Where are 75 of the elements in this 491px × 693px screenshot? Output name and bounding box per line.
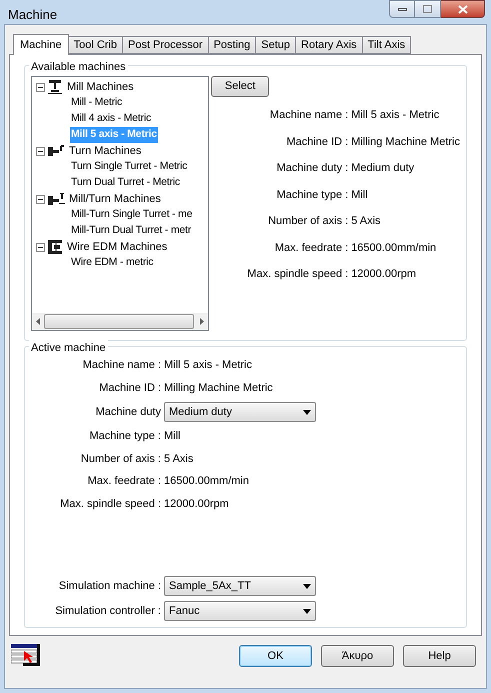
field-label: Machine duty [94,404,161,420]
horizontal-scrollbar[interactable] [32,313,208,330]
collapse-icon[interactable] [36,82,45,92]
scroll-left-icon[interactable] [36,318,40,325]
minimize-button[interactable] [389,0,415,18]
tab[interactable]: Setup [256,36,296,54]
detail-value: Medium duty [350,161,416,176]
table-cursor-icon[interactable] [11,644,41,668]
field-label: Max. feedrate : [86,474,161,489]
detail-label: Machine type : [276,188,348,202]
collapse-icon[interactable] [36,194,45,204]
field-value: 5 Axis [164,452,194,466]
detail-value: 16500.00mm/min [350,240,438,256]
tree-group-label[interactable]: Mill Machines [67,78,134,96]
mill-lathe-icon [47,192,65,206]
dropdown[interactable]: Medium duty [164,402,316,422]
detail-value: 12000.00rpm [350,267,418,282]
caret-icon [303,608,311,614]
detail-label: Machine ID : [285,134,348,150]
dropdown[interactable]: Fanuc [164,601,316,621]
maximize-button[interactable] [415,0,441,18]
tree-item[interactable]: Wire EDM - metric [70,255,154,271]
tree-item[interactable]: Mill - Metric [70,95,124,111]
tree-item[interactable]: Mill-Turn Single Turret - me [70,207,194,223]
dialog-button[interactable]: Άκυρο [321,645,394,667]
caret-icon [303,410,311,414]
tab[interactable]: Posting [208,36,256,54]
detail-label: Machine name : [268,108,348,123]
mill-icon [47,79,63,95]
field-value: Mill [164,429,180,444]
detail-value: Mill [350,188,369,202]
field-label: Machine ID : [98,380,161,396]
tab[interactable]: Rotary Axis [296,36,363,54]
close-icon [458,4,468,14]
close-button[interactable] [441,0,485,18]
detail-label: Number of axis : [267,214,348,229]
tab[interactable]: Tilt Axis [362,36,412,54]
tree-item[interactable]: Mill-Turn Dual Turret - metr [70,223,192,239]
collapse-icon[interactable] [36,146,45,156]
tree-item[interactable]: Turn Single Turret - Metric [70,159,188,175]
detail-label: Max. feedrate : [274,240,348,256]
tab[interactable]: Post Processor [122,36,209,54]
field-label: Machine type : [88,429,161,444]
field-label: Max. spindle speed : [59,496,161,512]
detail-value: Mill 5 axis - Metric [350,108,440,123]
tab[interactable]: Machine [13,34,69,55]
tree-item[interactable]: Mill 4 axis - Metric [70,111,152,127]
field-value: Mill 5 axis - Metric [164,358,252,373]
dropdown[interactable]: Sample_5Ax_TT [164,576,316,596]
tree-item[interactable]: Turn Dual Turret - Metric [70,175,181,191]
select-button[interactable]: Select [211,76,270,97]
scroll-right-icon[interactable] [200,318,204,325]
window-title: Machine [8,6,58,24]
tree-group-label[interactable]: Turn Machines [69,142,142,160]
collapse-icon[interactable] [36,242,45,252]
caret-icon [303,584,311,588]
detail-label: Max. spindle speed : [246,267,348,282]
detail-label: Machine duty : [276,161,348,176]
field-value: 16500.00mm/min [164,474,249,489]
field-label: Simulation machine : [58,578,161,594]
detail-value: 5 Axis [350,214,382,229]
detail-value: Milling Machine Metric [350,134,460,150]
dialog-button[interactable]: OK [239,645,312,667]
field-label: Number of axis : [80,452,161,466]
tree-group-label[interactable]: Wire EDM Machines [67,238,168,256]
field-value: 12000.00rpm [164,496,229,512]
scroll-thumb[interactable] [44,314,194,329]
tree-group-label[interactable]: Mill/Turn Machines [69,190,161,208]
field-label: Simulation controller : [54,604,161,619]
field-label: Machine name : [82,358,161,373]
wire-edm-icon [47,239,63,255]
lathe-icon [47,144,65,158]
field-value: Milling Machine Metric [164,380,273,396]
dialog-button[interactable]: Help [403,645,476,667]
tab[interactable]: Tool Crib [68,36,123,54]
